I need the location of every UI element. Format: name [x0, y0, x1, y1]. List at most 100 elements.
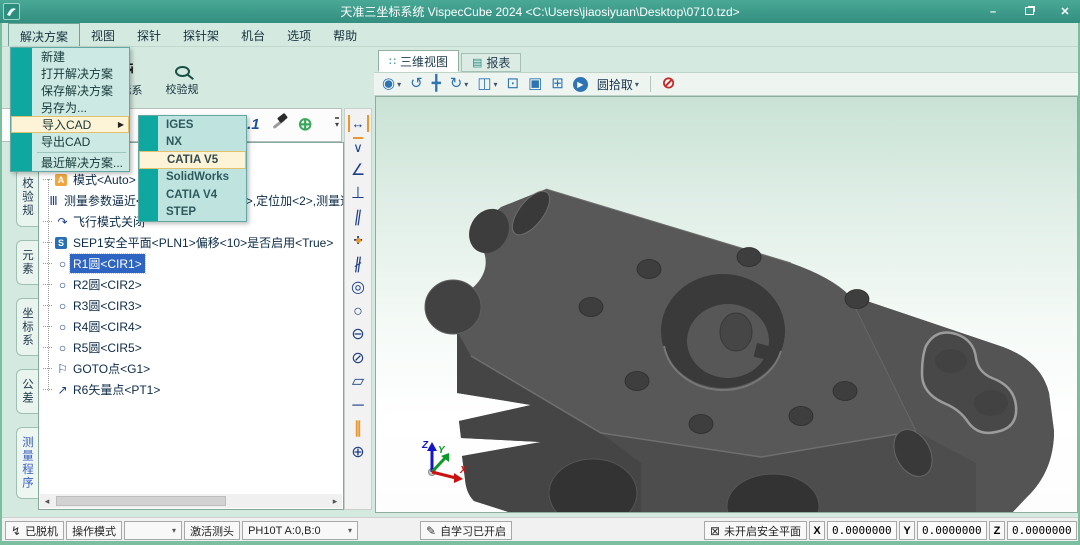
- toolbar-button[interactable]: 校验规: [154, 51, 210, 105]
- side-tab-strip: 校验规元素坐标系公差测量程序: [6, 168, 38, 499]
- gdt-tool-button[interactable]: ○: [353, 302, 363, 320]
- gdt-tool-button[interactable]: ∨: [353, 138, 363, 156]
- menu-item[interactable]: 导出CAD: [11, 133, 129, 150]
- scrollbar-thumb[interactable]: [56, 496, 226, 506]
- viewport-tool-button[interactable]: ▶: [573, 77, 588, 92]
- tree-item-label: R5圆<CIR5>: [70, 338, 145, 357]
- active-probe-label: 激活测头: [184, 521, 240, 540]
- viewport-tool-button[interactable]: ╋: [432, 76, 441, 92]
- edit-toolbar-button[interactable]: [270, 114, 288, 137]
- gdt-tool-icon: ⊘: [351, 350, 364, 367]
- tree-horizontal-scrollbar[interactable]: ◂ ▸: [40, 494, 342, 508]
- tree-row[interactable]: ○ R4圆<CIR4>: [43, 316, 343, 337]
- view-tab[interactable]: ▤ 报表: [461, 53, 521, 72]
- safety-plane-status: ⊠ 未开启安全平面: [704, 521, 807, 540]
- menu-item-label: 保存解决方案: [41, 82, 113, 99]
- menu-bar-item[interactable]: 帮助: [322, 23, 368, 46]
- tree-row[interactable]: ○ R5圆<CIR5>: [43, 337, 343, 358]
- gdt-tool-button[interactable]: ▱: [352, 373, 364, 391]
- chevron-down-icon: ▾: [464, 80, 468, 89]
- gdt-tool-icon: ↔: [348, 115, 369, 132]
- tree-row[interactable]: ○ R2圆<CIR2>: [43, 274, 343, 295]
- toolbar-overflow-button[interactable]: ▾: [335, 117, 339, 130]
- submenu-item[interactable]: STEP: [139, 204, 246, 222]
- tree-row[interactable]: ○ R1圆<CIR1>: [43, 253, 343, 274]
- submenu-item[interactable]: NX: [139, 134, 246, 152]
- gdt-tool-button[interactable]: ⊥: [351, 185, 365, 203]
- self-learn-button[interactable]: ✎ 自学习已开启: [420, 521, 512, 540]
- side-tab[interactable]: 坐标系: [16, 298, 38, 357]
- viewport-tool-icon: ↺: [410, 76, 423, 92]
- active-probe-select[interactable]: PH10T A:0,B:0 ▾: [242, 521, 358, 540]
- gdt-tool-button[interactable]: ⊕: [351, 443, 364, 461]
- tree-item-icon: ○: [55, 341, 70, 355]
- view-tab-label: 报表: [486, 54, 510, 71]
- submenu-item[interactable]: CATIA V4: [139, 186, 246, 204]
- operation-mode-label: 操作模式: [66, 521, 122, 540]
- view-tab[interactable]: ∷ 三维视图: [378, 50, 459, 72]
- menu-bar-item[interactable]: 选项: [276, 23, 322, 46]
- menu-bar-item[interactable]: 解决方案: [8, 23, 80, 46]
- viewport-3d[interactable]: Z Y X: [375, 96, 1078, 513]
- gdt-tool-button[interactable]: ─: [352, 396, 363, 414]
- tree-item-icon: ⚐: [55, 362, 70, 376]
- submenu-item[interactable]: CATIA V5: [139, 151, 246, 169]
- menu-bar-item[interactable]: 探针架: [172, 23, 230, 46]
- side-tab[interactable]: 公差: [16, 369, 38, 414]
- menu-bar-item[interactable]: 机台: [230, 23, 276, 46]
- menu-item[interactable]: 另存为...: [11, 99, 129, 116]
- tree-item-label: R2圆<CIR2>: [70, 275, 145, 294]
- operation-mode-select[interactable]: ▾: [124, 521, 182, 540]
- submenu-item[interactable]: IGES: [139, 116, 246, 134]
- gdt-tool-button[interactable]: ∦: [354, 255, 362, 273]
- scroll-right-arrow[interactable]: ▸: [328, 496, 342, 507]
- tree-row[interactable]: ⚐ GOTO点<G1>: [43, 358, 343, 379]
- gdt-tool-icon: ⊖: [351, 326, 364, 343]
- gdt-tool-button[interactable]: ⊘: [351, 349, 364, 367]
- viewport-tool-button[interactable]: [650, 76, 651, 92]
- gdt-tool-button[interactable]: ∥: [354, 208, 362, 226]
- viewport-tool-button[interactable]: ▣: [528, 76, 542, 92]
- tree-row[interactable]: ↗ R6矢量点<PT1>: [43, 379, 343, 400]
- gdt-tool-button[interactable]: ⊖: [351, 326, 364, 344]
- side-tab[interactable]: 校验规: [16, 168, 38, 227]
- menu-bar-item[interactable]: 视图: [80, 23, 126, 46]
- tree-row[interactable]: ○ R3圆<CIR3>: [43, 295, 343, 316]
- viewport-tool-button[interactable]: ↺: [410, 76, 423, 92]
- edit-toolbar-button[interactable]: ⊕: [298, 115, 313, 135]
- gdt-tool-button[interactable]: ∠: [351, 161, 365, 179]
- x-axis-label: X: [459, 465, 468, 476]
- viewport-tool-button[interactable]: ⊡: [507, 76, 520, 92]
- edit-toolbar-icon: [270, 114, 288, 132]
- import-cad-submenu: IGES NX CATIA V5 SolidWorks CATIA V4 STE…: [138, 115, 247, 222]
- tree-item-label: R6矢量点<PT1>: [70, 380, 163, 399]
- menu-item[interactable]: 保存解决方案: [11, 82, 129, 99]
- viewport-tool-button[interactable]: ↻ ▾: [450, 76, 469, 92]
- menu-item[interactable]: 打开解决方案: [11, 65, 129, 82]
- gdt-tool-button[interactable]: +: [353, 232, 362, 250]
- gdt-tool-button[interactable]: ↔: [348, 114, 369, 132]
- viewport-tool-button[interactable]: ◫ ▾: [477, 76, 497, 92]
- menu-item[interactable]: 最近解决方案...: [11, 154, 129, 171]
- viewport-tool-button[interactable]: ⊘: [662, 76, 675, 92]
- menu-item[interactable]: 新建: [11, 48, 129, 65]
- submenu-arrow-icon: ▶: [118, 120, 124, 129]
- restore-button[interactable]: [1022, 6, 1036, 18]
- close-button[interactable]: ✕: [1058, 5, 1072, 18]
- tree-row[interactable]: S SEP1安全平面<PLN1>偏移<10>是否启用<True>: [43, 232, 343, 253]
- tree-item-icon: ○: [55, 320, 70, 334]
- side-tab[interactable]: 测量程序: [16, 427, 38, 499]
- scroll-left-arrow[interactable]: ◂: [40, 496, 54, 507]
- viewport-tool-button[interactable]: ⊞: [551, 76, 564, 92]
- gdt-tool-icon: ◎: [351, 279, 365, 296]
- gdt-tool-button[interactable]: ∥: [354, 420, 362, 438]
- minimize-button[interactable]: –: [986, 6, 1000, 18]
- viewport-tool-button[interactable]: ◉ ▾: [382, 76, 401, 92]
- viewport-tool-button[interactable]: 圆拾取 ▾: [597, 76, 639, 93]
- side-tab[interactable]: 元素: [16, 240, 38, 285]
- submenu-item[interactable]: SolidWorks: [139, 169, 246, 187]
- gdt-tool-button[interactable]: ◎: [351, 279, 365, 297]
- offline-label: 已脱机: [25, 523, 58, 539]
- menu-bar-item[interactable]: 探针: [126, 23, 172, 46]
- menu-item[interactable]: 导入CAD ▶: [11, 116, 129, 133]
